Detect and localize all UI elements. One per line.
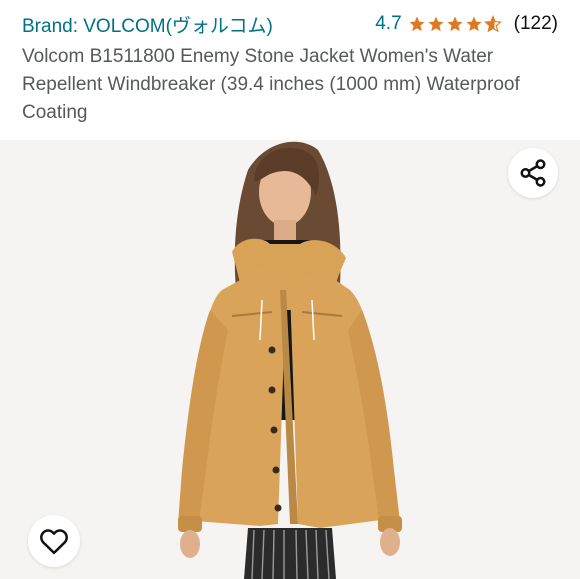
- brand-rating-row: Brand: VOLCOM(ヴォルコム) 4.7 (122): [22, 8, 558, 40]
- star-icon: [447, 16, 463, 32]
- star-half-icon: [483, 15, 502, 33]
- heart-icon: [40, 529, 68, 555]
- wishlist-button[interactable]: [28, 515, 80, 567]
- star-icon: [428, 16, 444, 32]
- review-count: (122): [513, 13, 558, 34]
- share-button[interactable]: [508, 148, 558, 198]
- product-header: Brand: VOLCOM(ヴォルコム) 4.7 (122) Volcom B1…: [0, 0, 580, 140]
- share-icon: [520, 159, 546, 187]
- brand-link[interactable]: Brand: VOLCOM(ヴォルコム): [22, 11, 273, 38]
- star-rating: [408, 15, 502, 33]
- product-image-gallery[interactable]: [0, 140, 580, 579]
- rating-value: 4.7: [375, 13, 402, 34]
- star-icon: [409, 16, 425, 32]
- product-image[interactable]: [0, 140, 580, 579]
- product-title: Volcom B1511800 Enemy Stone Jacket Women…: [22, 46, 520, 123]
- rating-summary[interactable]: 4.7 (122): [375, 13, 558, 35]
- star-icon: [466, 16, 482, 32]
